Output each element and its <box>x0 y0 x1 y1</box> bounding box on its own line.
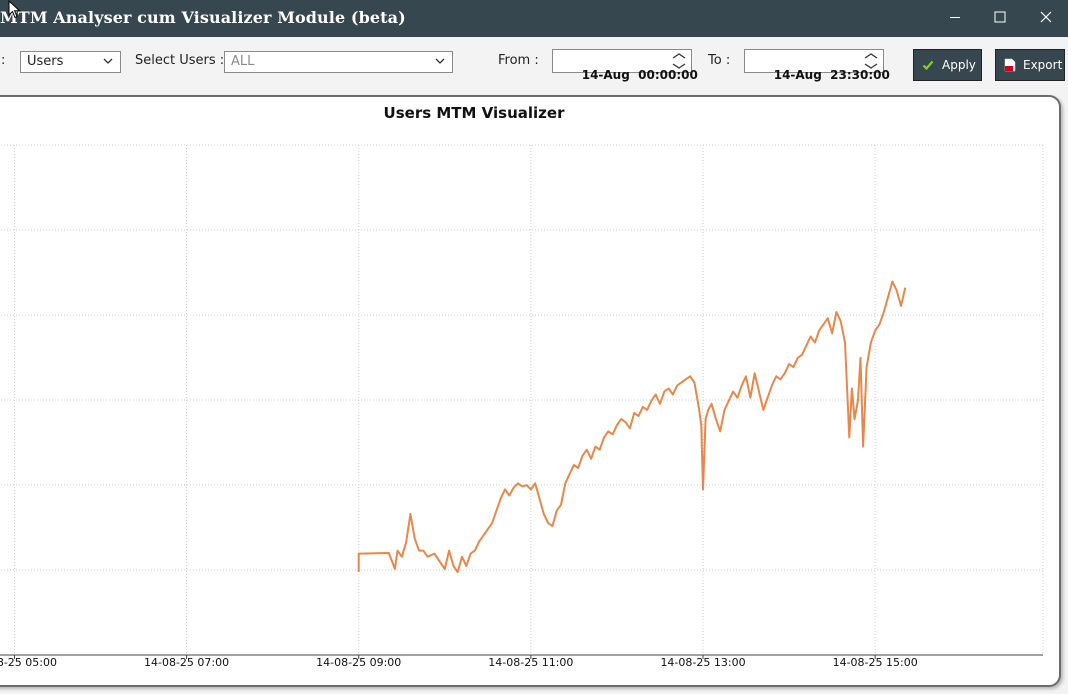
x-tick-label: 14-08-25 15:00 <box>833 656 918 669</box>
mtm-series-line <box>357 280 907 573</box>
mtm-line-chart: 14-08-25 05:00 14-08-25 07:00 14-08-25 09:… <box>0 144 1044 669</box>
x-tick-label: 14-08-25 07:00 <box>144 656 229 669</box>
x-tick-label: 14-08-25 11:00 <box>488 656 573 669</box>
x-tick-label: 14-08-25 05:00 <box>0 656 57 669</box>
chart-series <box>357 280 907 573</box>
x-tick-label: 14-08-25 09:00 <box>316 656 401 669</box>
chart-grid <box>0 144 1044 655</box>
x-tick-label: 14-08-25 13:00 <box>660 656 745 669</box>
x-axis-ticks: 14-08-25 05:00 14-08-25 07:00 14-08-25 09:… <box>0 655 918 669</box>
